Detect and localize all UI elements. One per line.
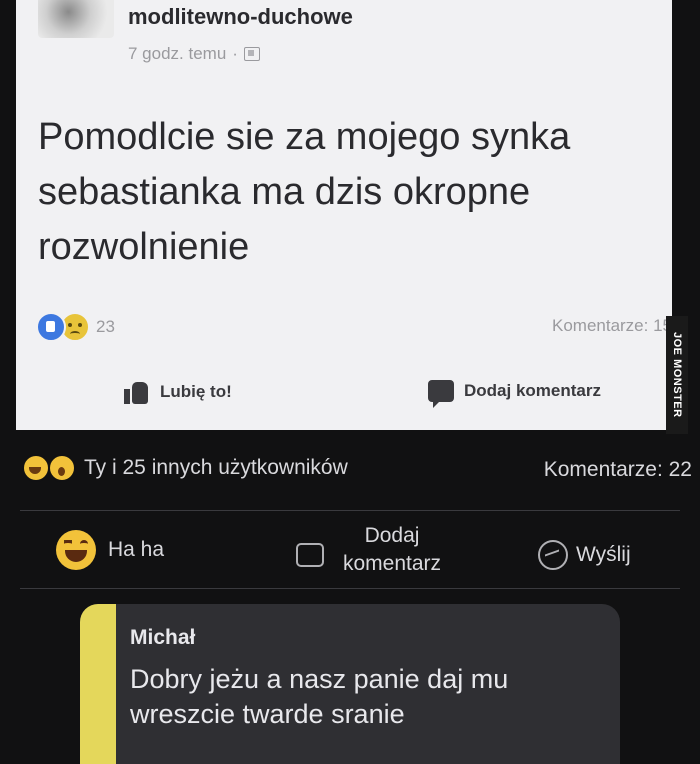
- audience-icon: [243, 47, 260, 61]
- comment-outline-icon: [296, 543, 324, 567]
- send-button[interactable]: Wyślij: [538, 540, 631, 570]
- reaction-count: 23: [96, 317, 115, 336]
- watermark-logo: JOE MONSTER: [666, 316, 688, 434]
- messenger-icon: [538, 540, 568, 570]
- haha-button-label: Ha ha: [108, 538, 165, 561]
- dark-comments-count[interactable]: Komentarze: 22: [544, 458, 692, 482]
- reaction-summary[interactable]: 23: [36, 312, 115, 342]
- comment-icon: [428, 380, 454, 408]
- comment-bubble: Michał Dobry jeżu a nasz panie daj mu wr…: [80, 604, 620, 764]
- post-card: modlitewno-duchowe 7 godz. temu · Pomodl…: [16, 0, 672, 430]
- like-button-label: Lubię to!: [160, 382, 232, 401]
- haha-icon: [56, 530, 96, 570]
- comment-author[interactable]: Michał: [130, 626, 195, 650]
- divider: [20, 588, 680, 589]
- dark-add-comment-button[interactable]: Dodaj komentarz: [296, 522, 452, 578]
- meta-separator: ·: [232, 44, 238, 63]
- reactions-text: Ty i 25 innych użytkowników: [84, 456, 348, 479]
- dark-reaction-summary[interactable]: Ty i 25 innych użytkowników: [22, 454, 348, 482]
- post-time[interactable]: 7 godz. temu: [128, 44, 226, 64]
- haha-button[interactable]: Ha ha: [56, 530, 164, 570]
- send-button-label: Wyślij: [576, 543, 631, 566]
- comments-count[interactable]: Komentarze: 15: [552, 316, 672, 336]
- thumbs-up-icon: [124, 380, 150, 404]
- divider: [20, 510, 680, 511]
- page-avatar[interactable]: [38, 0, 114, 38]
- add-comment-label: Dodaj komentarz: [464, 381, 601, 400]
- like-button[interactable]: Lubię to!: [124, 380, 232, 404]
- post-meta: 7 godz. temu ·: [128, 44, 260, 64]
- post-action-bar: Lubię to! Dodaj komentarz: [16, 380, 672, 420]
- post-text: Pomodlcie sie za mojego synka sebastiank…: [38, 116, 571, 268]
- wow-reaction-icon: [48, 454, 76, 482]
- like-reaction-icon: [36, 312, 66, 342]
- page-name[interactable]: modlitewno-duchowe: [128, 4, 353, 30]
- dark-add-comment-label: Dodaj komentarz: [342, 524, 442, 575]
- add-comment-button[interactable]: Dodaj komentarz: [428, 380, 601, 408]
- haha-reaction-icon: [22, 454, 50, 482]
- comment-accent-bar: [80, 604, 116, 764]
- comment-text: Dobry jeżu a nasz panie daj mu wreszcie …: [130, 664, 509, 729]
